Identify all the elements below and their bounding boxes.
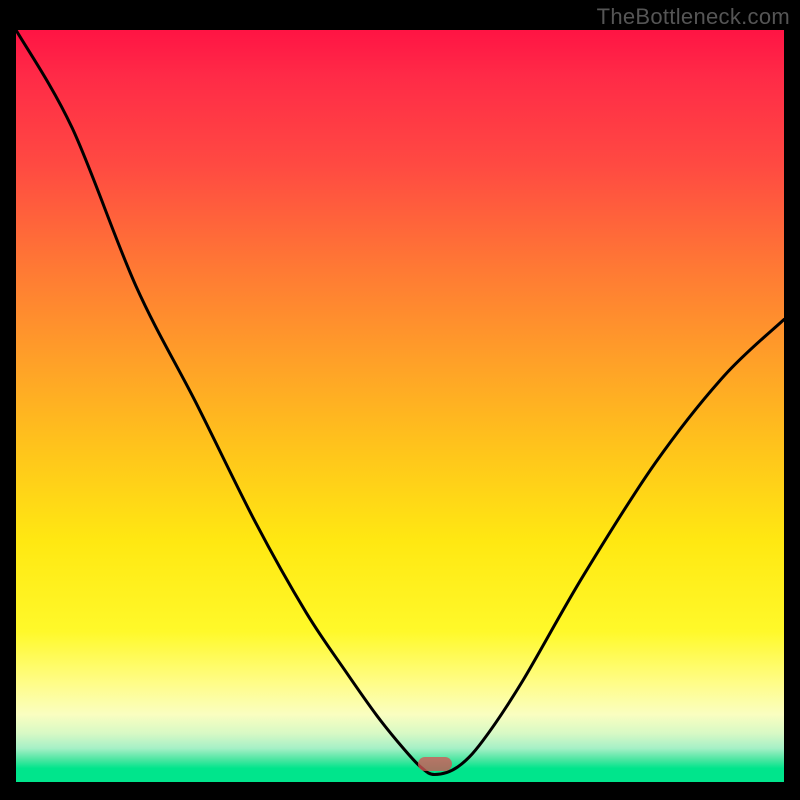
chart-frame: TheBottleneck.com bbox=[0, 0, 800, 800]
bottleneck-curve bbox=[16, 30, 784, 782]
watermark-text: TheBottleneck.com bbox=[597, 4, 790, 30]
plot-area bbox=[16, 30, 784, 782]
optimal-marker bbox=[418, 757, 452, 771]
